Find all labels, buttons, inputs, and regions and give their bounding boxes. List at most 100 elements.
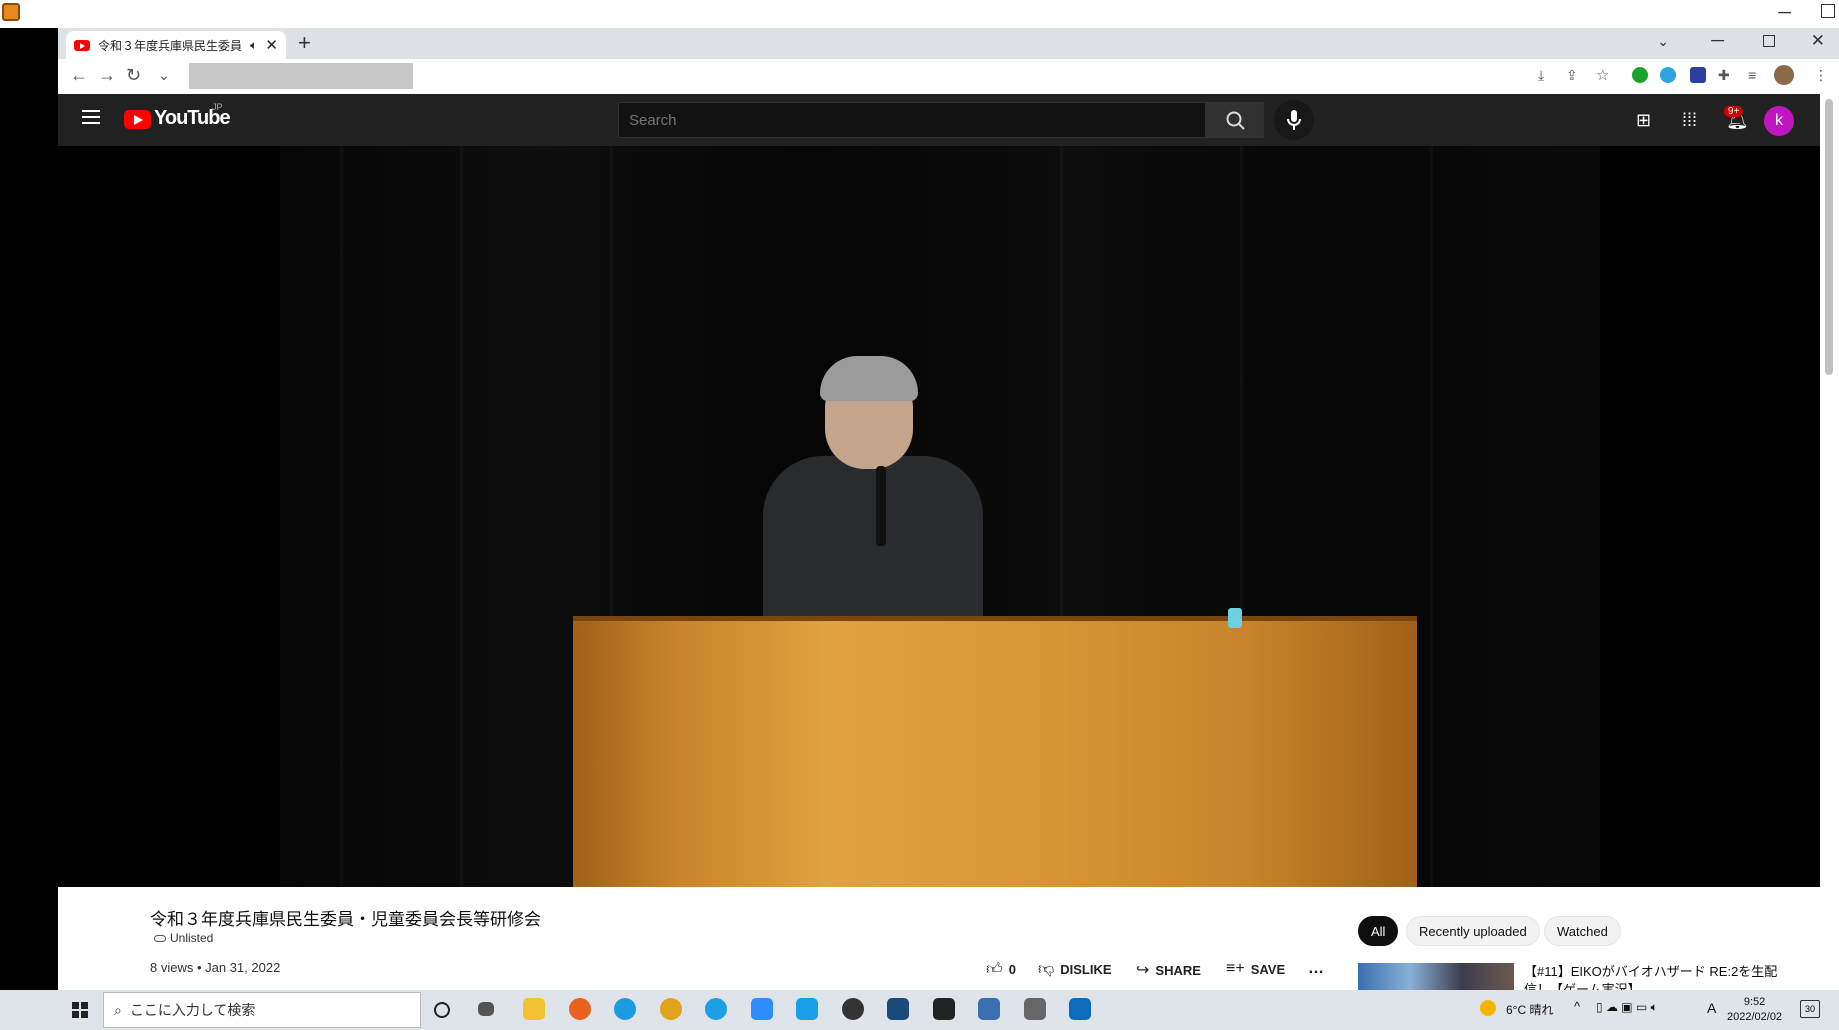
video-frame[interactable]	[280, 146, 1600, 887]
edge-icon[interactable]	[614, 998, 636, 1020]
like-count: 0	[1008, 962, 1016, 977]
dislike-label: DISLIKE	[1060, 962, 1112, 977]
reading-list-icon[interactable]: ≡	[1748, 67, 1756, 83]
share-icon[interactable]: ⇪	[1566, 67, 1578, 84]
windows-taskbar: ⌕ ここに入力して検索 6°C 晴れ ^ ▯ ☁ ▣ ▭ 🔈︎ A 9:52 2…	[0, 990, 1839, 1030]
extensions-puzzle-icon[interactable]: ✚	[1718, 67, 1730, 84]
share-arrow-icon: ↪	[1136, 962, 1150, 979]
save-button[interactable]: ≡+ SAVE	[1226, 960, 1285, 978]
search-icon	[1226, 111, 1245, 130]
reload-icon[interactable]: ↻	[126, 65, 141, 86]
task-view-icon[interactable]	[478, 1002, 494, 1016]
browser-tab[interactable]: 令和３年度兵庫県民生委員・ 🔈︎ ✕	[66, 31, 286, 59]
playlist-add-icon: ≡+	[1226, 960, 1245, 977]
action-center-icon[interactable]: 30	[1800, 1000, 1820, 1018]
speaker-body	[763, 456, 983, 626]
address-bar[interactable]	[189, 63, 413, 89]
unlisted-badge: Unlisted	[154, 931, 213, 945]
restore-button[interactable]	[1763, 35, 1775, 47]
weather-text[interactable]: 6°C 晴れ	[1506, 1001, 1553, 1018]
search-input[interactable]	[618, 102, 1206, 138]
tab-search-icon[interactable]: ⌄	[1657, 33, 1669, 50]
thumbs-down-icon: 👎︎	[1038, 961, 1055, 978]
chevron-down-icon[interactable]: ⌄	[158, 67, 170, 84]
page-scrollbar[interactable]	[1820, 94, 1839, 990]
tab-strip: 令和３年度兵庫県民生委員・ 🔈︎ ✕ + ⌄ ─ ✕	[58, 28, 1839, 59]
install-icon[interactable]: ⤓	[1538, 67, 1544, 84]
firefox-icon[interactable]	[569, 998, 591, 1020]
skype-icon[interactable]	[705, 998, 727, 1020]
close-button[interactable]: ✕	[1811, 31, 1825, 51]
browser-chrome: 令和３年度兵庫県民生委員・ 🔈︎ ✕ + ⌄ ─ ✕ ← → ↻ ⌄ ⤓ ⇪ ☆…	[58, 28, 1839, 94]
views-and-date: 8 views • Jan 31, 2022	[150, 960, 281, 975]
speaker-hair	[820, 356, 918, 401]
cortana-icon[interactable]	[434, 1002, 450, 1018]
outer-maximize-button[interactable]	[1821, 4, 1835, 18]
link-icon	[154, 934, 166, 942]
curtain-fold	[340, 146, 343, 887]
chevron-up-icon[interactable]: ^	[1574, 999, 1580, 1014]
handheld-microphone	[876, 466, 886, 546]
youtube-logo-icon[interactable]	[124, 110, 151, 129]
extension-translate-icon[interactable]	[1690, 67, 1706, 83]
taskbar-search-box[interactable]: ⌕ ここに入力して検索	[103, 992, 421, 1028]
extension-cloud-icon[interactable]	[1660, 67, 1676, 83]
chip-recently-uploaded[interactable]: Recently uploaded	[1406, 916, 1540, 946]
scrollbar-thumb[interactable]	[1825, 99, 1833, 375]
search-button[interactable]	[1206, 102, 1264, 138]
editor-icon[interactable]	[933, 998, 955, 1020]
chrome-menu-icon[interactable]: ⋮	[1814, 67, 1828, 84]
outer-minimize-button[interactable]: ─	[1778, 2, 1791, 23]
minimize-button[interactable]: ─	[1711, 30, 1724, 51]
new-tab-button[interactable]: +	[298, 30, 311, 56]
tab-close-icon[interactable]: ✕	[265, 36, 278, 54]
chip-all[interactable]: All	[1358, 916, 1399, 946]
word-app-icon[interactable]	[796, 998, 818, 1020]
voice-search-button[interactable]	[1274, 100, 1314, 140]
audio-playing-icon[interactable]: 🔈︎	[250, 38, 257, 53]
hamburger-menu-icon[interactable]	[82, 110, 100, 124]
tray-icons[interactable]: ▯ ☁ ▣ ▭ 🔈︎	[1596, 1000, 1658, 1015]
video-info-section: 令和３年度兵庫県民生委員・児童委員会長等研修会 Unlisted 8 views…	[58, 887, 1820, 990]
curtain-fold	[460, 146, 463, 887]
save-label: SAVE	[1250, 961, 1286, 977]
zoom-icon[interactable]	[751, 998, 773, 1020]
camera-icon[interactable]	[1024, 998, 1046, 1020]
clock-time: 9:52	[1743, 996, 1766, 1008]
back-arrow-icon[interactable]: ←	[70, 65, 88, 86]
bookmark-star-icon[interactable]: ☆	[1596, 66, 1609, 84]
unlisted-label: Unlisted	[170, 931, 214, 945]
apps-grid-icon[interactable]: ⁞⁞⁞	[1682, 110, 1697, 131]
share-button[interactable]: ↪ SHARE	[1136, 960, 1201, 980]
account-avatar[interactable]: k	[1764, 106, 1794, 136]
chip-watched[interactable]: Watched	[1544, 916, 1621, 946]
microphone-icon	[1287, 110, 1301, 130]
file-explorer-icon[interactable]	[523, 998, 545, 1020]
windows-start-icon[interactable]	[72, 1002, 88, 1018]
more-actions-icon[interactable]: …	[1308, 960, 1324, 978]
curtain-fold	[1430, 146, 1433, 887]
dislike-button[interactable]: 👎︎ DISLIKE	[1038, 960, 1112, 979]
photos-icon[interactable]	[978, 998, 1000, 1020]
forward-arrow-icon[interactable]: →	[98, 65, 116, 86]
video-title: 令和３年度兵庫県民生委員・児童委員会長等研修会	[150, 910, 541, 929]
browser-toolbar: ← → ↻ ⌄ ⤓ ⇪ ☆ ✚ ≡ ⋮	[58, 59, 1839, 94]
youtube-favicon-icon	[74, 39, 90, 51]
like-button[interactable]: 👍︎ 0	[986, 960, 1016, 979]
create-video-icon[interactable]: ⊞	[1636, 110, 1651, 131]
weather-sun-icon[interactable]	[1480, 1000, 1496, 1016]
taskbar-search-placeholder: ここに入力して検索	[129, 1002, 256, 1018]
recommended-video-title[interactable]: 【#11】EIKOがバイオハザード RE:2を生配信！【ゲーム実況】	[1524, 963, 1784, 990]
clock[interactable]: 9:52 2022/02/02	[1727, 995, 1782, 1025]
share-label: SHARE	[1155, 962, 1201, 978]
ime-indicator[interactable]: A	[1707, 1000, 1716, 1016]
obs-icon[interactable]	[842, 998, 864, 1020]
terminal-icon[interactable]	[887, 998, 909, 1020]
profile-avatar[interactable]	[1774, 65, 1794, 85]
recommended-video-thumbnail[interactable]	[1358, 963, 1514, 990]
wooden-podium	[573, 621, 1417, 887]
notification-badge: 9+	[1724, 106, 1744, 117]
chrome-icon[interactable]	[660, 998, 682, 1020]
extension-green-icon[interactable]	[1632, 67, 1648, 83]
outlook-icon[interactable]	[1069, 998, 1091, 1020]
